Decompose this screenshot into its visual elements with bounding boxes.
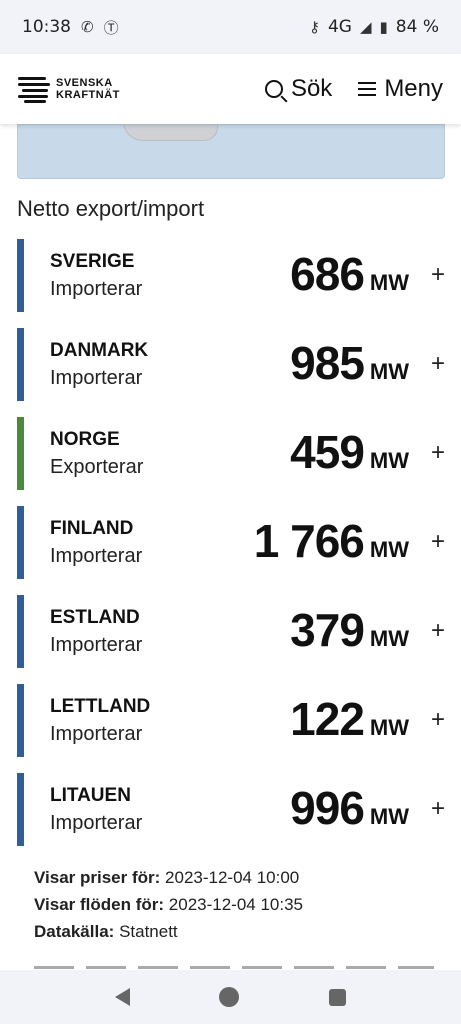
expand-plus-icon[interactable]: + xyxy=(431,528,445,556)
flow-row-lettland[interactable]: LETTLAND Importerar 122 MW + xyxy=(17,684,457,757)
flow-value: 985 xyxy=(290,337,365,389)
flow-unit: MW xyxy=(369,537,409,562)
flow-status: Importerar xyxy=(50,367,143,389)
whatsapp-icon: ✆ xyxy=(81,18,94,36)
flow-value: 1 766 xyxy=(253,515,365,567)
country-name: DANMARK xyxy=(50,340,149,361)
flow-value: 686 xyxy=(290,248,365,300)
flow-value: 379 xyxy=(290,604,365,656)
direction-indicator xyxy=(17,595,24,668)
flow-row-danmark[interactable]: DANMARK Importerar 985 MW + xyxy=(17,328,457,401)
direction-indicator xyxy=(17,684,24,757)
flow-unit: MW xyxy=(369,804,409,829)
flow-row-sverige[interactable]: SVERIGE Importerar 686 MW + xyxy=(17,239,457,312)
logo-text: SVENSKA KRAFTNÄT xyxy=(56,77,120,101)
flow-unit: MW xyxy=(369,359,409,384)
expand-plus-icon[interactable]: + xyxy=(431,350,445,378)
flow-value: 122 xyxy=(290,693,365,745)
status-time: 10:38 xyxy=(22,17,71,37)
flow-list: SVERIGE Importerar 686 MW + DANMARK Importerar… xyxy=(17,239,457,862)
country-name: FINLAND xyxy=(50,518,134,539)
direction-indicator xyxy=(17,506,24,579)
flow-row-norge[interactable]: NORGE Exporterar 459 MW + xyxy=(17,417,457,490)
app-header: SVENSKA KRAFTNÄT Sök Meny xyxy=(0,54,461,124)
search-icon xyxy=(264,80,283,98)
expand-plus-icon[interactable]: + xyxy=(431,261,445,289)
back-icon[interactable] xyxy=(114,988,130,1006)
flows-timestamp: Visar flöden för: 2023-12-04 10:35 xyxy=(34,895,304,914)
notification-icon: Ⓣ xyxy=(103,18,119,37)
key-icon: ⚷ xyxy=(308,18,320,36)
expand-plus-icon[interactable]: + xyxy=(431,706,445,734)
menu-button[interactable]: Meny xyxy=(358,75,443,103)
country-name: NORGE xyxy=(50,429,120,450)
battery-level: 84 % xyxy=(395,17,439,37)
prices-timestamp: Visar priser för: 2023-12-04 10:00 xyxy=(34,868,300,887)
logo-mark-icon xyxy=(18,75,50,103)
country-name: LETTLAND xyxy=(50,696,151,717)
flow-row-estland[interactable]: ESTLAND Importerar 379 MW + xyxy=(17,595,457,668)
expand-plus-icon[interactable]: + xyxy=(431,439,445,467)
data-info: Visar priser för: 2023-12-04 10:00 Visar… xyxy=(34,864,303,945)
flow-status: Exporterar xyxy=(50,456,144,478)
flow-status: Importerar xyxy=(50,634,143,656)
flow-row-finland[interactable]: FINLAND Importerar 1 766 MW + xyxy=(17,506,457,579)
search-label: Sök xyxy=(290,75,333,102)
flow-unit: MW xyxy=(369,448,409,473)
expand-plus-icon[interactable]: + xyxy=(431,617,445,645)
country-name: SVERIGE xyxy=(50,251,135,272)
flow-unit: MW xyxy=(369,626,409,651)
search-button[interactable]: Sök xyxy=(264,75,333,103)
data-source: Datakälla: Statnett xyxy=(34,922,178,941)
signal-icon: ◢ xyxy=(359,18,372,36)
expand-plus-icon[interactable]: + xyxy=(431,795,445,823)
direction-indicator xyxy=(17,417,24,490)
country-name: LITAUEN xyxy=(50,785,131,806)
flow-status: Importerar xyxy=(50,812,143,834)
flow-value: 996 xyxy=(290,782,365,834)
map-landmass xyxy=(123,125,218,141)
logo[interactable]: SVENSKA KRAFTNÄT xyxy=(18,75,120,103)
country-name: ESTLAND xyxy=(50,607,140,628)
menu-label: Meny xyxy=(384,75,443,102)
hamburger-icon xyxy=(358,82,377,96)
flow-value: 459 xyxy=(290,426,365,478)
map-view[interactable] xyxy=(17,124,445,179)
flow-status: Importerar xyxy=(50,545,143,567)
recent-apps-icon[interactable] xyxy=(329,988,347,1006)
home-icon[interactable] xyxy=(219,987,240,1007)
status-bar: 10:38 ✆ Ⓣ ⚷ 4G ◢ ▮ 84 % xyxy=(0,0,461,54)
system-nav-bar xyxy=(0,970,461,1024)
flow-unit: MW xyxy=(369,715,409,740)
flow-row-litauen[interactable]: LITAUEN Importerar 996 MW + xyxy=(17,773,457,846)
direction-indicator xyxy=(17,239,24,312)
network-type: 4G xyxy=(327,17,352,37)
direction-indicator xyxy=(17,773,24,846)
flow-status: Importerar xyxy=(50,278,143,300)
flow-unit: MW xyxy=(369,270,409,295)
battery-icon: ▮ xyxy=(379,18,388,36)
section-title: Netto export/import xyxy=(17,196,205,221)
flow-status: Importerar xyxy=(50,723,143,745)
direction-indicator xyxy=(17,328,24,401)
cut-off-text xyxy=(34,962,434,970)
